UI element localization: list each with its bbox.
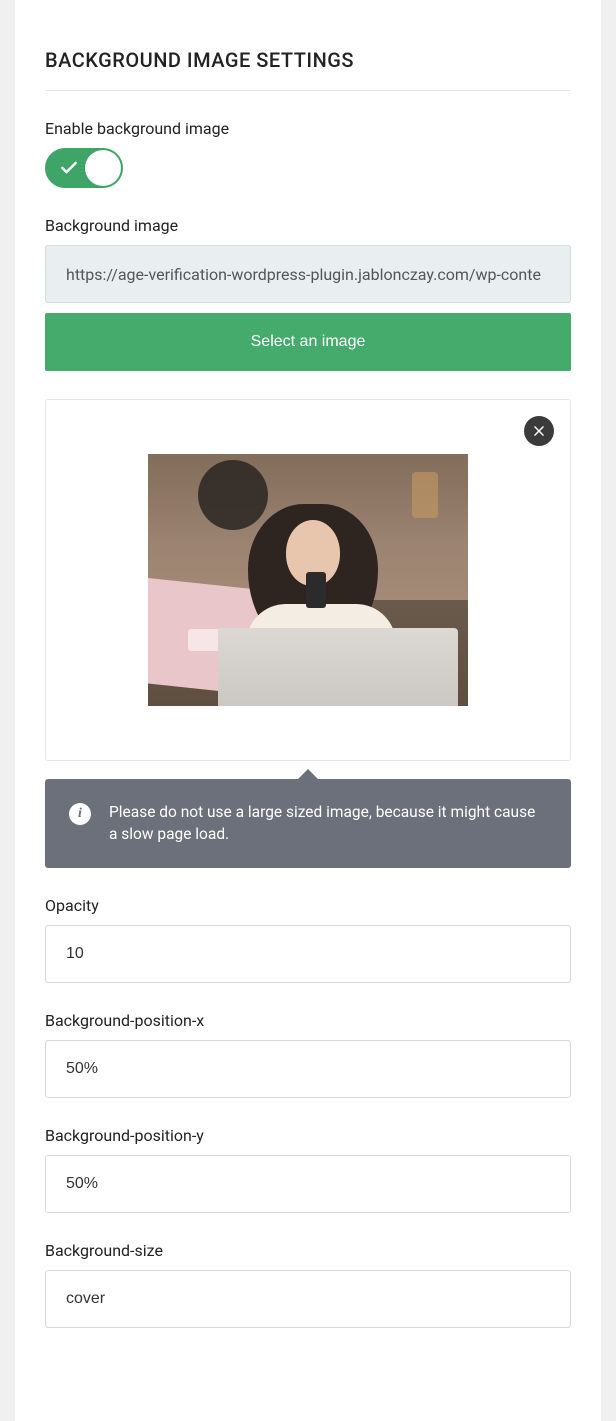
bg-pos-x-input[interactable] bbox=[45, 1040, 571, 1098]
close-icon bbox=[532, 424, 546, 438]
bg-pos-y-input[interactable] bbox=[45, 1155, 571, 1213]
opacity-label: Opacity bbox=[45, 896, 571, 915]
bg-size-label: Background-size bbox=[45, 1241, 571, 1260]
select-image-button[interactable]: Select an image bbox=[45, 313, 571, 371]
tooltip: i Please do not use a large sized image,… bbox=[45, 779, 571, 868]
enable-label: Enable background image bbox=[45, 119, 571, 138]
settings-panel: BACKGROUND IMAGE SETTINGS Enable backgro… bbox=[15, 0, 601, 1421]
tooltip-text: Please do not use a large sized image, b… bbox=[109, 801, 547, 846]
bg-pos-y-label: Background-position-y bbox=[45, 1126, 571, 1145]
remove-image-button[interactable] bbox=[524, 416, 554, 446]
enable-toggle[interactable] bbox=[45, 148, 123, 188]
preview-image bbox=[148, 454, 468, 706]
opacity-field: Opacity bbox=[45, 896, 571, 983]
bg-image-url-input[interactable]: https://age-verification-wordpress-plugi… bbox=[45, 245, 571, 303]
bg-pos-x-field: Background-position-x bbox=[45, 1011, 571, 1098]
bg-pos-x-label: Background-position-x bbox=[45, 1011, 571, 1030]
bg-image-field: Background image https://age-verificatio… bbox=[45, 216, 571, 371]
bg-pos-y-field: Background-position-y bbox=[45, 1126, 571, 1213]
section-title: BACKGROUND IMAGE SETTINGS bbox=[45, 48, 571, 91]
bg-image-url-value: https://age-verification-wordpress-plugi… bbox=[66, 265, 541, 284]
bg-size-field: Background-size bbox=[45, 1241, 571, 1328]
info-icon: i bbox=[69, 803, 91, 825]
check-icon bbox=[59, 158, 79, 178]
image-preview bbox=[45, 399, 571, 761]
bg-image-label: Background image bbox=[45, 216, 571, 235]
opacity-input[interactable] bbox=[45, 925, 571, 983]
bg-size-input[interactable] bbox=[45, 1270, 571, 1328]
toggle-knob bbox=[85, 150, 121, 186]
enable-field: Enable background image bbox=[45, 119, 571, 188]
